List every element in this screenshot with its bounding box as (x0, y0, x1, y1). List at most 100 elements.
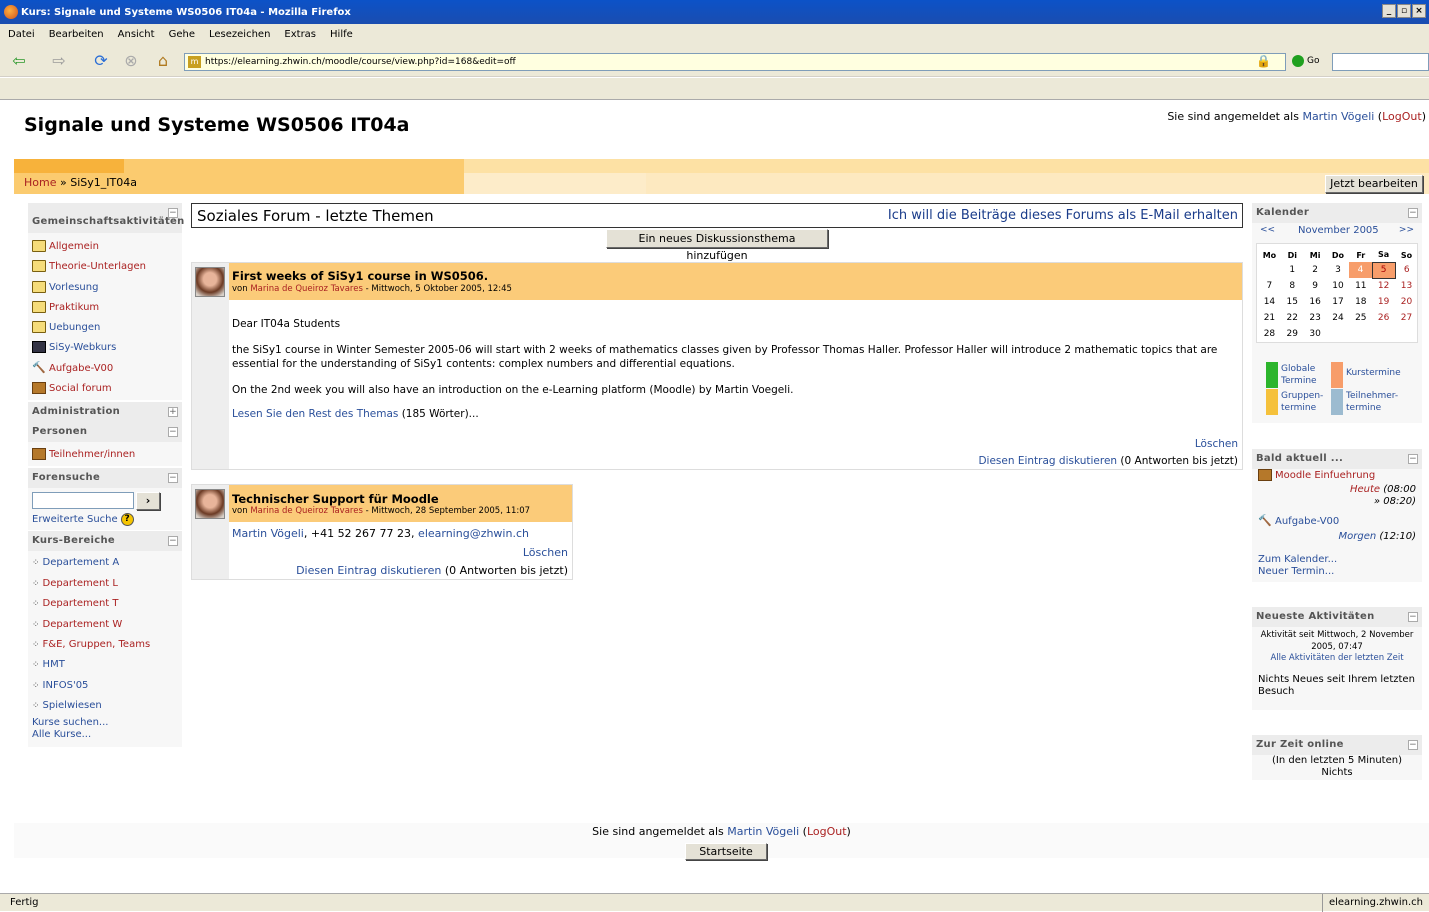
read-more-link[interactable]: Lesen Sie den Rest des Themas (232, 408, 398, 420)
url-bar[interactable]: m https://elearning.zhwin.ch/moodle/cour… (184, 53, 1286, 71)
menu-bearbeiten[interactable]: Bearbeiten (49, 29, 104, 40)
menu-ansicht[interactable]: Ansicht (118, 29, 155, 40)
category-item[interactable]: ⁘ HMT (32, 659, 65, 670)
forum-search-input[interactable] (32, 492, 134, 509)
recent-since: Aktivität seit Mittwoch, 2 November 2005… (1260, 630, 1414, 652)
upcoming-event[interactable]: Moodle Einfuehrung (1258, 469, 1375, 481)
add-topic-button[interactable]: Ein neues Diskussionsthema hinzufügen (606, 229, 828, 262)
footer-login-info: Sie sind angemeldet als Martin Vögeli (L… (592, 825, 851, 838)
forum-header: Soziales Forum - letzte Themen Ich will … (191, 203, 1243, 228)
advanced-search-link[interactable]: Erweiterte Suche? (32, 513, 134, 526)
category-icon: ⁘ (32, 680, 40, 691)
minimize-button[interactable]: _ (1382, 4, 1396, 18)
forum-icon (1258, 469, 1272, 481)
forward-arrow-icon[interactable]: ⇨ (48, 51, 70, 71)
expand-icon[interactable]: + (168, 407, 178, 417)
footer-user-link[interactable]: Martin Vögeli (727, 825, 799, 838)
close-button[interactable]: × (1412, 4, 1426, 18)
go-label: Go (1307, 56, 1320, 66)
author-link[interactable]: Marina de Queiroz Tavares (250, 506, 363, 516)
category-item[interactable]: ⁘ Departement W (32, 619, 122, 630)
delete-link[interactable]: Löschen (1195, 437, 1238, 451)
menu-hilfe[interactable]: Hilfe (330, 29, 353, 40)
avatar (195, 489, 225, 519)
collapse-icon[interactable]: − (168, 208, 178, 218)
logout-link[interactable]: LogOut (1382, 110, 1422, 123)
home-button[interactable]: Startseite (685, 843, 767, 860)
footer-logout-link[interactable]: LogOut (807, 825, 847, 838)
forum-search-button[interactable]: › (136, 492, 160, 510)
activity-vorlesung[interactable]: Vorlesung (32, 281, 98, 293)
participants-link[interactable]: Teilnehmer/innen (32, 448, 135, 460)
contact-line: Martin Vögeli, +41 52 267 77 23, elearni… (232, 527, 529, 540)
forum-search-title: Forensuche (32, 472, 101, 483)
activity-social-forum[interactable]: Social forum (32, 382, 112, 394)
calendar-event-day[interactable]: 4 (1349, 262, 1373, 278)
collapse-icon[interactable]: − (1408, 454, 1418, 464)
activity-uebungen[interactable]: Uebungen (32, 321, 100, 333)
menu-lesezeichen[interactable]: Lesezeichen (209, 29, 270, 40)
breadcrumb: Home » SiSy1_IT04a (24, 176, 137, 189)
breadcrumb-home[interactable]: Home (24, 176, 56, 189)
activity-webkurs[interactable]: SiSy-Webkurs (32, 341, 116, 353)
maximize-button[interactable]: ▫ (1397, 4, 1411, 18)
collapse-icon[interactable]: − (168, 427, 178, 437)
category-item[interactable]: ⁘ F&E, Gruppen, Teams (32, 639, 150, 650)
calendar-event-day[interactable]: 5 (1371, 261, 1396, 279)
discuss-row: Diesen Eintrag diskutieren (0 Antworten … (296, 564, 568, 577)
back-arrow-icon[interactable]: ⇦ (8, 51, 30, 71)
collapse-icon[interactable]: − (168, 473, 178, 483)
activity-allgemein[interactable]: Allgemein (32, 240, 99, 252)
activity-theorie[interactable]: Theorie-Unterlagen (32, 260, 146, 272)
goto-calendar-link[interactable]: Zum Kalender... (1258, 554, 1337, 565)
menu-datei[interactable]: Datei (8, 29, 35, 40)
search-courses-link[interactable]: Kurse suchen... (32, 717, 108, 728)
category-item[interactable]: ⁘ INFOS'05 (32, 680, 88, 691)
help-icon[interactable]: ? (120, 513, 134, 526)
all-activities-link[interactable]: Alle Aktivitäten der letzten Zeit (1256, 653, 1418, 663)
delete-link[interactable]: Löschen (523, 546, 568, 560)
category-item[interactable]: ⁘ Spielwiesen (32, 700, 102, 711)
menu-gehe[interactable]: Gehe (169, 29, 195, 40)
collapse-icon[interactable]: − (1408, 208, 1418, 218)
lock-icon[interactable]: 🔒 (1256, 54, 1271, 68)
discuss-link[interactable]: Diesen Eintrag diskutieren (296, 564, 441, 577)
prev-month-link[interactable]: << (1260, 225, 1275, 235)
contact-name-link[interactable]: Martin Vögeli (232, 527, 304, 540)
new-event-link[interactable]: Neuer Termin... (1258, 566, 1334, 577)
subscribe-link[interactable]: Ich will die Beiträge dieses Forums als … (888, 208, 1238, 223)
email-link[interactable]: elearning@zhwin.ch (418, 527, 529, 540)
stop-icon[interactable]: ⊗ (120, 51, 142, 71)
folder-icon (32, 301, 46, 313)
go-button[interactable]: Go (1292, 55, 1319, 67)
all-courses-link[interactable]: Alle Kurse... (32, 729, 91, 740)
collapse-icon[interactable]: − (1408, 612, 1418, 622)
edit-button[interactable]: Jetzt bearbeiten (1325, 175, 1423, 193)
legend-user[interactable]: Teilnehmer-termine (1346, 390, 1414, 414)
legend-course[interactable]: Kurstermine (1346, 368, 1401, 378)
calendar-month: November 2005 (1298, 225, 1379, 236)
category-item[interactable]: ⁘ Departement T (32, 598, 119, 609)
upcoming-event[interactable]: 🔨 Aufgabe-V00 (1258, 515, 1339, 527)
category-item[interactable]: ⁘ Departement A (32, 557, 119, 568)
activity-aufgabe[interactable]: 🔨 Aufgabe-V00 (32, 362, 113, 374)
activity-praktikum[interactable]: Praktikum (32, 301, 99, 313)
menu-extras[interactable]: Extras (284, 29, 316, 40)
forum-post: First weeks of SiSy1 course in WS0506. v… (191, 262, 1243, 470)
book-icon (32, 341, 46, 353)
user-link[interactable]: Martin Vögeli (1302, 110, 1374, 123)
legend-global[interactable]: Globale Termine (1281, 363, 1326, 387)
collapse-icon[interactable]: − (1408, 740, 1418, 750)
search-engine-field[interactable] (1332, 53, 1429, 71)
discuss-link[interactable]: Diesen Eintrag diskutieren (978, 455, 1117, 467)
home-icon[interactable]: ⌂ (152, 51, 174, 71)
activities-title: Gemeinschaftsaktivitäten (32, 216, 185, 227)
legend-group[interactable]: Gruppen-termine (1281, 390, 1329, 414)
categories-title: Kurs-Bereiche (32, 535, 116, 546)
reload-icon[interactable]: ⟳ (90, 51, 112, 71)
navigation-toolbar: ⇦ ⇨ ⟳ ⊗ ⌂ m https://elearning.zhwin.ch/m… (0, 45, 1429, 77)
collapse-icon[interactable]: − (168, 536, 178, 546)
next-month-link[interactable]: >> (1399, 225, 1414, 235)
author-link[interactable]: Marina de Queiroz Tavares (250, 284, 363, 294)
category-item[interactable]: ⁘ Departement L (32, 578, 118, 589)
